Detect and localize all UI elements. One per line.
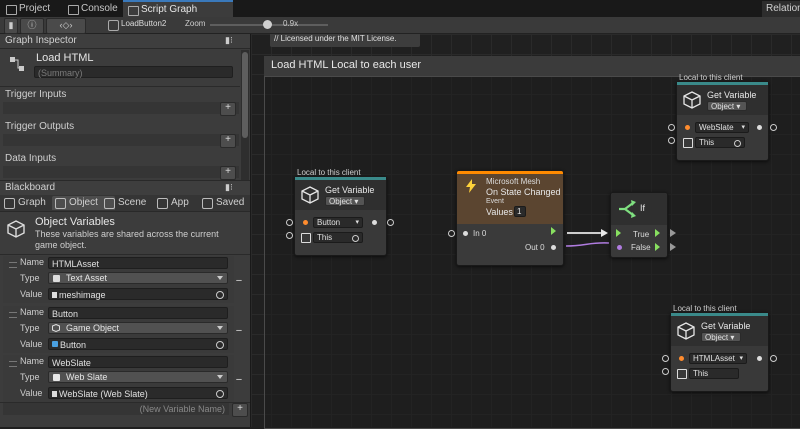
true-port-label: True [633,230,650,239]
variable-kind-dropdown[interactable]: Object ▾ [325,196,365,206]
values-count-field[interactable]: 1 [514,206,526,217]
node-input-port[interactable] [448,230,455,237]
target-value: This [699,138,715,147]
flow-true-arrow-icon[interactable] [655,229,660,237]
node-title: Get Variable [325,185,375,195]
node-title: If [640,203,646,213]
on-state-changed-node[interactable]: Microsoft Mesh On State Changed Event Va… [456,170,564,266]
target-field[interactable]: This [689,368,739,379]
object-picker-icon[interactable] [352,235,359,242]
flow-output-arrow-icon[interactable] [551,227,556,235]
output-port[interactable] [372,220,377,225]
get-variable-node-button[interactable]: Get Variable Object ▾ Button ▾ This [294,176,387,256]
node-output-port[interactable] [770,355,777,362]
true-output-port[interactable] [670,229,676,237]
cube-icon [683,91,701,109]
flow-false-arrow-icon[interactable] [655,243,660,251]
variable-kind-value: Object [705,333,729,342]
out-port[interactable] [551,245,556,250]
flow-input-arrow-icon[interactable] [616,229,621,237]
get-variable-node-htmlasset[interactable]: Get Variable Object ▾ HTMLAsset ▾ This [670,312,769,392]
node-input-port[interactable] [662,355,669,362]
node-output-port[interactable] [387,219,394,226]
node-input-port[interactable] [286,232,293,239]
variable-name-dropdown[interactable]: WebSlate ▾ [695,122,749,133]
condition-port[interactable] [617,245,622,250]
input-port[interactable] [685,125,690,130]
cube-icon [301,233,311,243]
target-field[interactable]: This [313,232,363,243]
in-port-label: In 0 [473,229,487,238]
node-input-port[interactable] [668,137,675,144]
out-port-label: Out 0 [525,243,545,252]
if-node[interactable]: If True False [610,192,668,258]
variable-name-dropdown[interactable]: Button ▾ [313,217,363,228]
node-title: Get Variable [707,90,757,100]
variable-name-value: Button [317,218,341,227]
variable-kind-dropdown[interactable]: Object ▾ [701,332,741,342]
variable-name-dropdown[interactable]: HTMLAsset ▾ [689,353,747,364]
false-port-label: False [631,243,651,252]
bool-connection[interactable] [565,242,610,247]
cube-icon [677,322,695,340]
node-input-port[interactable] [662,368,669,375]
branch-icon [617,200,637,218]
node-subtitle: Microsoft Mesh [486,177,541,186]
target-field[interactable]: This [695,137,745,148]
values-label: Values [486,207,513,217]
variable-kind-value: Object [711,102,735,111]
node-title: Get Variable [701,321,751,331]
variable-kind-dropdown[interactable]: Object ▾ [707,101,747,111]
in-port[interactable] [463,231,468,236]
input-port[interactable] [679,356,684,361]
node-output-port[interactable] [770,124,777,131]
get-variable-node-webslate[interactable]: Get Variable Object ▾ WebSlate ▾ This [676,81,769,161]
variable-kind-value: Object [329,197,353,206]
node-title: On State Changed [486,187,561,197]
lightning-icon [465,179,477,193]
cube-icon [683,138,693,148]
object-picker-icon[interactable] [734,140,741,147]
target-value: This [693,369,709,378]
output-port[interactable] [757,125,762,130]
output-port[interactable] [757,356,762,361]
event-label: Event [486,198,504,205]
node-input-port[interactable] [286,219,293,226]
target-value: This [317,233,333,242]
cube-icon [677,369,687,379]
variable-name-value: HTMLAsset [693,354,735,363]
input-port[interactable] [303,220,308,225]
node-input-port[interactable] [668,124,675,131]
variable-name-value: WebSlate [699,123,734,132]
cube-icon [301,186,319,204]
false-output-port[interactable] [670,243,676,251]
